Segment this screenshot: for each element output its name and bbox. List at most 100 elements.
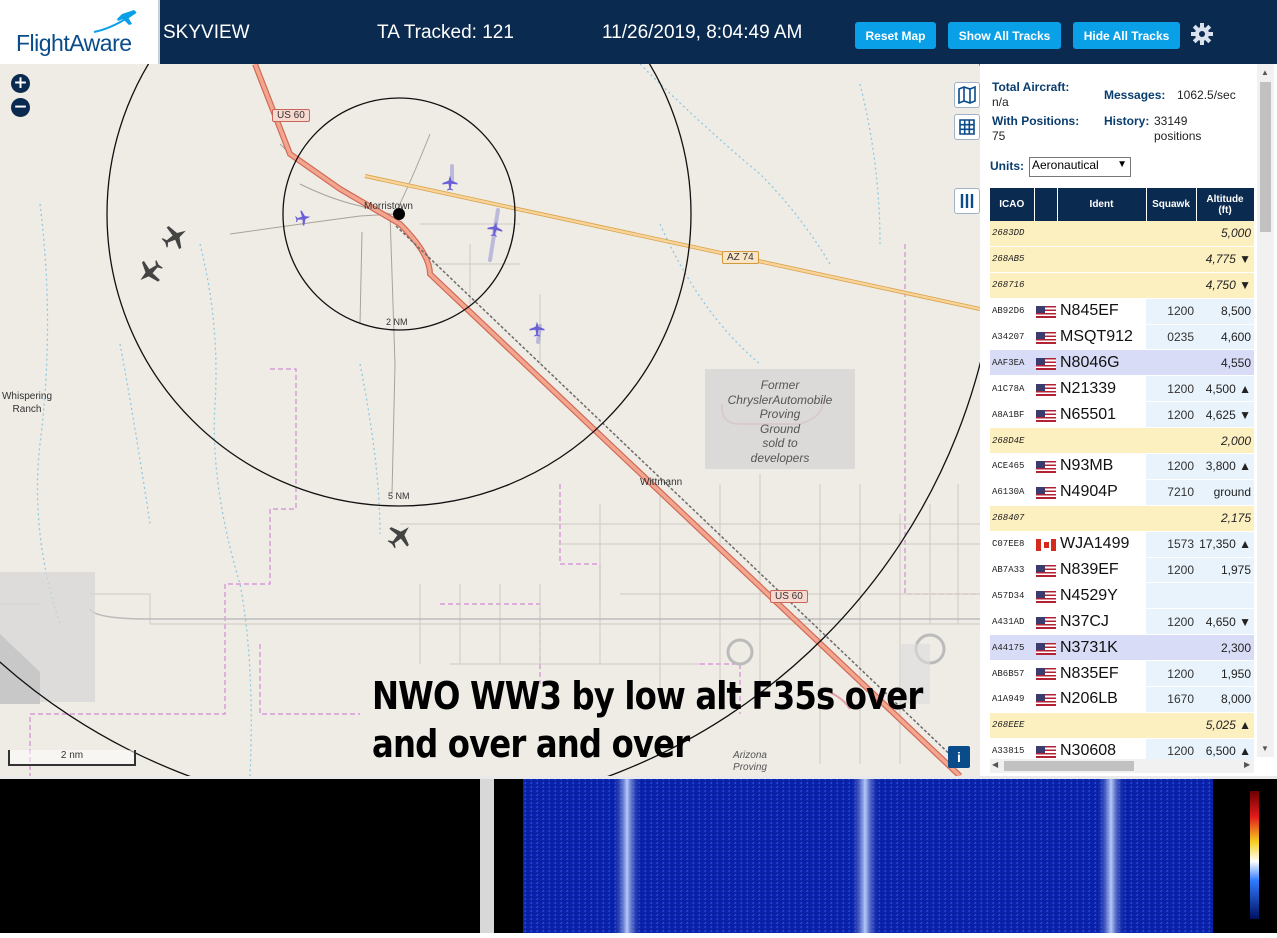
- table-row[interactable]: AB6B57 N835EF 1200 1,950: [990, 660, 1254, 688]
- table-row[interactable]: A44175 N3731K 2,300: [990, 634, 1254, 662]
- icao-cell: A8A1BF: [990, 401, 1034, 429]
- table-row[interactable]: ACE465 N93MB 1200 3,800 ▲: [990, 453, 1254, 480]
- map-view[interactable]: + − US 60 AZ 74 US 60 Morristown Whisper…: [0, 64, 980, 776]
- table-row[interactable]: A33815 N30608 1200 6,500 ▲: [990, 738, 1254, 760]
- aircraft-marker[interactable]: [528, 320, 546, 338]
- flag-cell: [1034, 738, 1057, 760]
- table-row[interactable]: 268716 4,750 ▼: [990, 272, 1254, 299]
- scroll-up-icon[interactable]: ▲: [1261, 68, 1269, 77]
- spectrum-waterfall: [494, 779, 1277, 933]
- squawk-cell: 1200: [1146, 608, 1196, 636]
- show-all-tracks-button[interactable]: Show All Tracks: [948, 22, 1061, 49]
- table-row[interactable]: 268D4E 2,000: [990, 427, 1254, 455]
- ident-cell: N845EF: [1057, 298, 1146, 325]
- squawk-cell: 1573: [1146, 531, 1196, 558]
- us-flag-icon: [1036, 331, 1056, 344]
- range-ring-label: 5 NM: [388, 491, 410, 501]
- zoom-in-button[interactable]: +: [11, 74, 30, 93]
- table-row[interactable]: 268EEE 5,025 ▲: [990, 712, 1254, 739]
- current-datetime: 11/26/2019, 8:04:49 AM: [602, 22, 803, 43]
- ident-cell: N8046G: [1057, 349, 1146, 377]
- icao-cell: 268D4E: [990, 427, 1034, 455]
- hide-all-tracks-button[interactable]: Hide All Tracks: [1073, 22, 1180, 49]
- us-flag-icon: [1036, 642, 1056, 655]
- road-label-us60: US 60: [272, 109, 310, 122]
- scroll-right-icon[interactable]: ▶: [1244, 760, 1250, 769]
- column-header-altitude[interactable]: Altitude (ft): [1196, 188, 1254, 221]
- icao-cell: AAF3EA: [990, 349, 1034, 377]
- table-horizontal-scrollbar[interactable]: ◀ ▶: [990, 759, 1254, 773]
- map-layers-icon[interactable]: [954, 82, 980, 108]
- tracked-count: TA Tracked: 121: [377, 22, 514, 43]
- table-row[interactable]: 2683DD 5,000: [990, 221, 1254, 247]
- table-row[interactable]: A1A949 N206LB 1670 8,000: [990, 686, 1254, 713]
- squawk-cell: 1200: [1146, 453, 1196, 480]
- altitude-cell: 17,350 ▲: [1196, 531, 1254, 558]
- aircraft-marker[interactable]: [441, 174, 459, 192]
- proving-ground-label: Former ChryslerAutomobile Proving Ground…: [727, 378, 833, 465]
- us-flag-icon: [1036, 409, 1056, 422]
- icao-cell: AB6B57: [990, 660, 1034, 688]
- aircraft-table-container[interactable]: ICAO Ident Squawk Altitude (ft) 2683DD 5,…: [990, 188, 1254, 760]
- ident-cell: [1057, 221, 1146, 247]
- icao-cell: A34207: [990, 324, 1034, 351]
- column-header-squawk[interactable]: Squawk: [1146, 188, 1197, 221]
- us-flag-icon: [1036, 694, 1056, 707]
- altitude-cell: 4,750 ▼: [1196, 272, 1254, 299]
- units-select[interactable]: Aeronautical ▼: [1029, 157, 1131, 177]
- altitude-cell: 5,000: [1196, 221, 1254, 247]
- aircraft-marker[interactable]: [160, 222, 190, 252]
- history-value: 33149 positions: [1154, 114, 1202, 143]
- aircraft-marker[interactable]: [294, 209, 312, 227]
- table-vertical-scrollbar[interactable]: ▲ ▼: [1257, 64, 1274, 757]
- altitude-cell: 4,650 ▼: [1196, 608, 1254, 636]
- squawk-cell: 0235: [1146, 324, 1196, 351]
- reset-map-button[interactable]: Reset Map: [855, 22, 936, 49]
- ident-cell: N835EF: [1057, 660, 1146, 688]
- flag-cell: [1034, 608, 1057, 636]
- table-row[interactable]: AB92D6 N845EF 1200 8,500: [990, 298, 1254, 325]
- flag-cell: [1034, 505, 1057, 532]
- table-row[interactable]: C07EE8 WJA1499 1573 17,350 ▲: [990, 531, 1254, 558]
- table-row[interactable]: AB7A33 N839EF 1200 1,975: [990, 557, 1254, 584]
- column-header-flag[interactable]: [1034, 188, 1058, 221]
- altitude-cell: 4,550: [1196, 349, 1254, 377]
- squawk-cell: 1200: [1146, 738, 1196, 760]
- column-header-ident[interactable]: Ident: [1057, 188, 1147, 221]
- aircraft-marker[interactable]: [385, 521, 415, 551]
- altitude-cell: 6,500 ▲: [1196, 738, 1254, 760]
- table-row[interactable]: A8A1BF N65501 1200 4,625 ▼: [990, 401, 1254, 429]
- table-row[interactable]: A431AD N37CJ 1200 4,650 ▼: [990, 608, 1254, 636]
- table-row[interactable]: 268407 2,175: [990, 505, 1254, 532]
- aircraft-marker[interactable]: [486, 220, 504, 238]
- flag-cell: [1034, 712, 1057, 739]
- columns-toggle-icon[interactable]: [954, 188, 980, 214]
- icao-cell: 268407: [990, 505, 1034, 532]
- table-row[interactable]: A1C78A N21339 1200 4,500 ▲: [990, 375, 1254, 403]
- icao-cell: 268EEE: [990, 712, 1034, 739]
- icao-cell: A33815: [990, 738, 1034, 760]
- scroll-thumb[interactable]: [1260, 82, 1271, 232]
- us-flag-icon: [1036, 461, 1056, 474]
- scroll-thumb[interactable]: [1004, 761, 1134, 771]
- table-row[interactable]: AAF3EA N8046G 4,550: [990, 349, 1254, 377]
- zoom-out-button[interactable]: −: [11, 98, 30, 117]
- table-row[interactable]: A57D34 N4529Y: [990, 582, 1254, 610]
- altitude-cell: 1,975: [1196, 557, 1254, 584]
- altitude-cell: ground: [1196, 479, 1254, 506]
- scroll-down-icon[interactable]: ▼: [1261, 744, 1269, 753]
- scroll-left-icon[interactable]: ◀: [992, 760, 998, 769]
- grid-toggle-icon[interactable]: [954, 114, 980, 140]
- table-row[interactable]: 268AB5 4,775 ▼: [990, 246, 1254, 273]
- icao-cell: AB7A33: [990, 557, 1034, 584]
- aircraft-marker[interactable]: [135, 257, 165, 287]
- info-button[interactable]: i: [948, 746, 970, 768]
- column-header-icao[interactable]: ICAO: [990, 188, 1035, 221]
- gear-icon[interactable]: [1190, 22, 1214, 46]
- flightaware-logo[interactable]: FlightAware: [0, 0, 160, 64]
- table-row[interactable]: A34207 MSQT912 0235 4,600: [990, 324, 1254, 351]
- us-flag-icon: [1036, 357, 1056, 370]
- units-label: Units:: [990, 159, 1024, 173]
- total-aircraft-label: Total Aircraft:: [992, 80, 1070, 94]
- table-row[interactable]: A6130A N4904P 7210 ground: [990, 479, 1254, 506]
